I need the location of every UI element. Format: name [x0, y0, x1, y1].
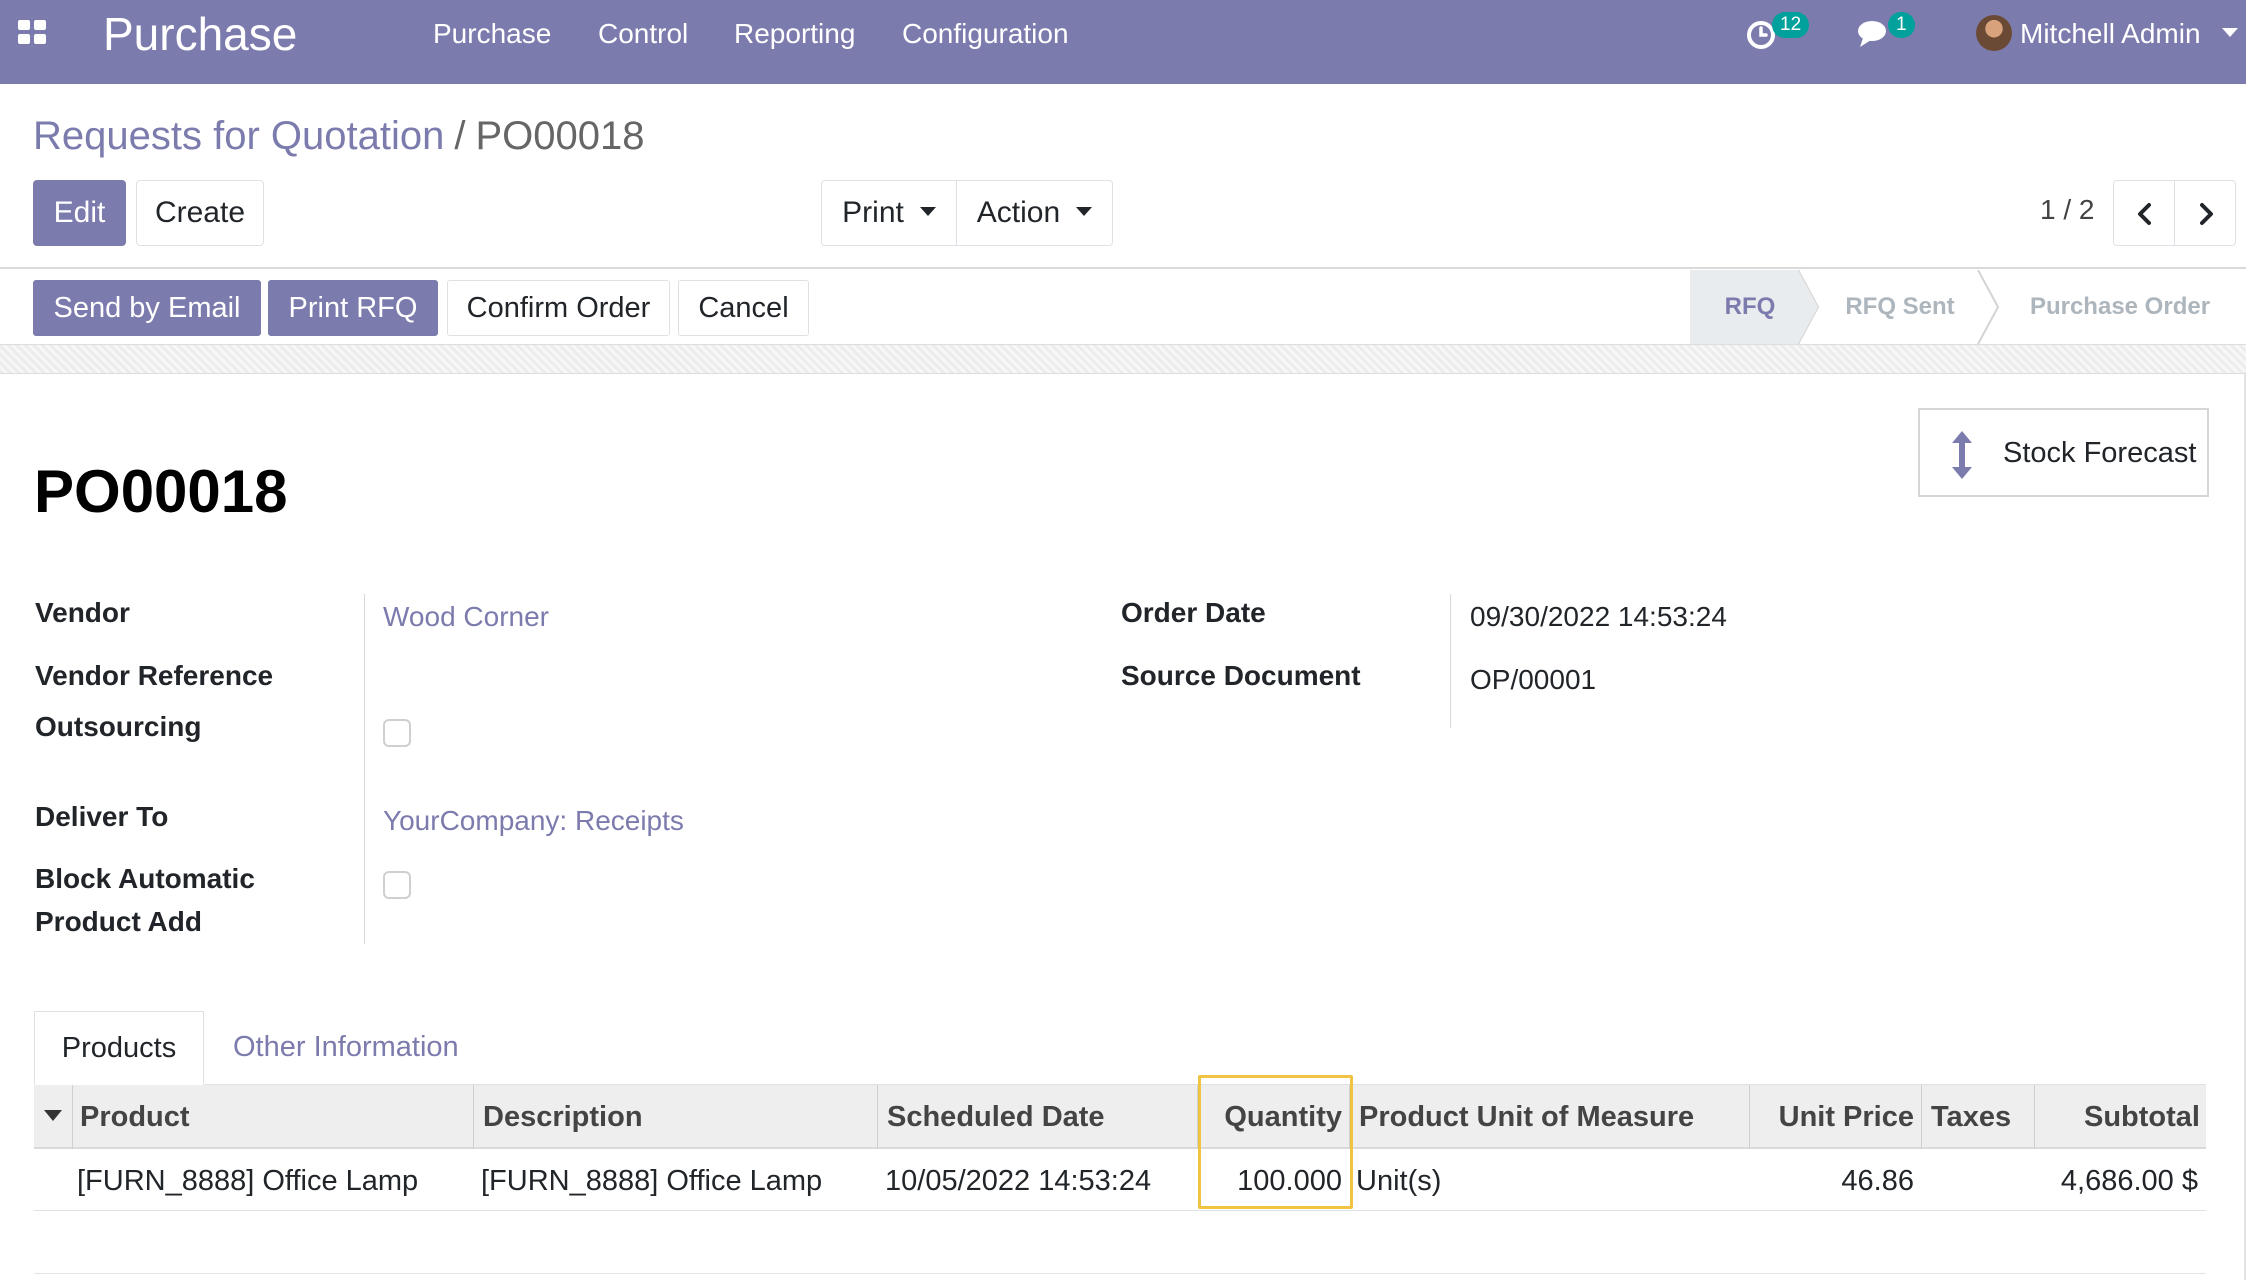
breadcrumb-rfq-link[interactable]: Requests for Quotation: [33, 114, 444, 158]
order-date-field[interactable]: 09/30/2022 14:53:24: [1470, 596, 1727, 638]
right-group-separator: [1450, 594, 1451, 728]
form-statusbar: Send by Email Print RFQ Confirm Order Ca…: [0, 270, 2246, 344]
messages-chat-icon[interactable]: [1856, 18, 1892, 50]
breadcrumb-separator: /: [454, 114, 466, 158]
stage-rfq-sent[interactable]: RFQ Sent: [1820, 270, 1980, 344]
column-separator: [1349, 1085, 1350, 1149]
message-count-badge: 1: [1888, 12, 1915, 38]
column-separator: [1197, 1085, 1198, 1149]
cancel-button[interactable]: Cancel: [678, 280, 809, 336]
outsourcing-checkbox[interactable]: [383, 719, 411, 747]
vendor-field[interactable]: Wood Corner: [383, 596, 549, 638]
column-separator: [2034, 1085, 2035, 1149]
column-header-description[interactable]: Description: [483, 1085, 643, 1149]
sort-caret-icon[interactable]: [44, 1110, 62, 1121]
menu-configuration[interactable]: Configuration: [902, 16, 1069, 52]
action-label: Action: [976, 196, 1061, 229]
block-automatic-product-add-checkbox[interactable]: [383, 871, 411, 899]
control-panel-divider: [0, 267, 2246, 269]
column-separator: [877, 1085, 878, 1149]
vendor-reference-label: Vendor Reference: [35, 660, 274, 691]
record-title: PO00018: [34, 458, 288, 525]
source-document-field[interactable]: OP/00001: [1470, 659, 1596, 701]
cell-unit-price[interactable]: 46.86: [1752, 1155, 1914, 1207]
vertical-arrows-icon: [1952, 431, 1972, 479]
column-header-quantity[interactable]: Quantity: [1200, 1085, 1342, 1149]
cell-product[interactable]: [FURN_8888] Office Lamp: [77, 1155, 418, 1207]
user-menu-name[interactable]: Mitchell Admin: [2020, 16, 2201, 52]
menu-reporting[interactable]: Reporting: [734, 16, 855, 52]
left-group-separator: [364, 594, 365, 944]
deliver-to-label: Deliver To: [35, 801, 169, 832]
column-header-uom[interactable]: Product Unit of Measure: [1359, 1085, 1694, 1149]
column-header-scheduled-date[interactable]: Scheduled Date: [887, 1085, 1105, 1149]
user-avatar[interactable]: [1976, 15, 2012, 51]
cell-quantity[interactable]: 100.000: [1200, 1155, 1342, 1207]
confirm-order-button[interactable]: Confirm Order: [447, 280, 670, 336]
vendor-label: Vendor: [35, 597, 130, 628]
column-separator: [1921, 1085, 1922, 1149]
menu-purchase[interactable]: Purchase: [433, 16, 551, 52]
cell-scheduled-date[interactable]: 10/05/2022 14:53:24: [885, 1155, 1151, 1207]
stage-rfq[interactable]: RFQ: [1690, 270, 1810, 344]
action-caret-icon: [1076, 206, 1093, 216]
outsourcing-label: Outsourcing: [35, 711, 202, 742]
cell-description[interactable]: [FURN_8888] Office Lamp: [481, 1155, 822, 1207]
tab-products[interactable]: Products: [34, 1011, 204, 1085]
column-header-unit-price[interactable]: Unit Price: [1752, 1085, 1914, 1149]
print-caret-icon: [919, 206, 936, 216]
top-navbar: Purchase Purchase Control Reporting Conf…: [0, 0, 2246, 84]
sheet-background-strip: [0, 344, 2246, 374]
column-header-product[interactable]: Product: [80, 1085, 190, 1149]
action-dropdown-button[interactable]: Action: [956, 180, 1113, 246]
column-header-subtotal[interactable]: Subtotal: [2040, 1085, 2200, 1149]
column-header-taxes[interactable]: Taxes: [1931, 1085, 2011, 1149]
print-label: Print: [842, 196, 904, 229]
breadcrumb: Requests for Quotation / PO00018: [33, 112, 645, 160]
tab-other-information[interactable]: Other Information: [233, 1011, 459, 1085]
block-automatic-label: Block Automatic: [35, 863, 255, 894]
menu-control[interactable]: Control: [598, 16, 688, 52]
print-dropdown-button[interactable]: Print: [821, 180, 957, 246]
user-menu-caret-icon[interactable]: [2222, 28, 2238, 37]
cell-subtotal[interactable]: 4,686.00 $: [2000, 1155, 2198, 1207]
activity-count-badge: 12: [1772, 12, 1810, 38]
pager-value[interactable]: 1 / 2: [2040, 190, 2094, 230]
column-separator: [473, 1085, 474, 1149]
breadcrumb-current: PO00018: [475, 114, 645, 158]
stock-forecast-label: Stock Forecast: [2003, 437, 2197, 469]
order-date-label: Order Date: [1121, 597, 1266, 628]
table-footer-line: [34, 1273, 2206, 1274]
print-rfq-button[interactable]: Print RFQ: [268, 280, 438, 336]
pager-previous-button[interactable]: [2113, 180, 2175, 246]
apps-menu-icon[interactable]: [18, 20, 48, 46]
chevron-left-icon: [2138, 203, 2151, 225]
stock-forecast-button[interactable]: Stock Forecast: [1918, 408, 2209, 497]
chevron-right-icon: [2200, 203, 2213, 225]
stage-purchase-order[interactable]: Purchase Order: [2000, 270, 2240, 344]
cell-uom[interactable]: Unit(s): [1356, 1155, 1441, 1207]
source-document-label: Source Document: [1121, 660, 1361, 691]
product-add-label: Product Add: [35, 906, 202, 937]
column-separator: [1749, 1085, 1750, 1149]
edit-button[interactable]: Edit: [33, 180, 126, 246]
column-separator: [72, 1085, 73, 1149]
deliver-to-field[interactable]: YourCompany: Receipts: [383, 800, 684, 842]
pager-next-button[interactable]: [2174, 180, 2236, 246]
send-by-email-button[interactable]: Send by Email: [33, 280, 261, 336]
create-button[interactable]: Create: [136, 180, 264, 246]
app-title[interactable]: Purchase: [103, 6, 297, 62]
